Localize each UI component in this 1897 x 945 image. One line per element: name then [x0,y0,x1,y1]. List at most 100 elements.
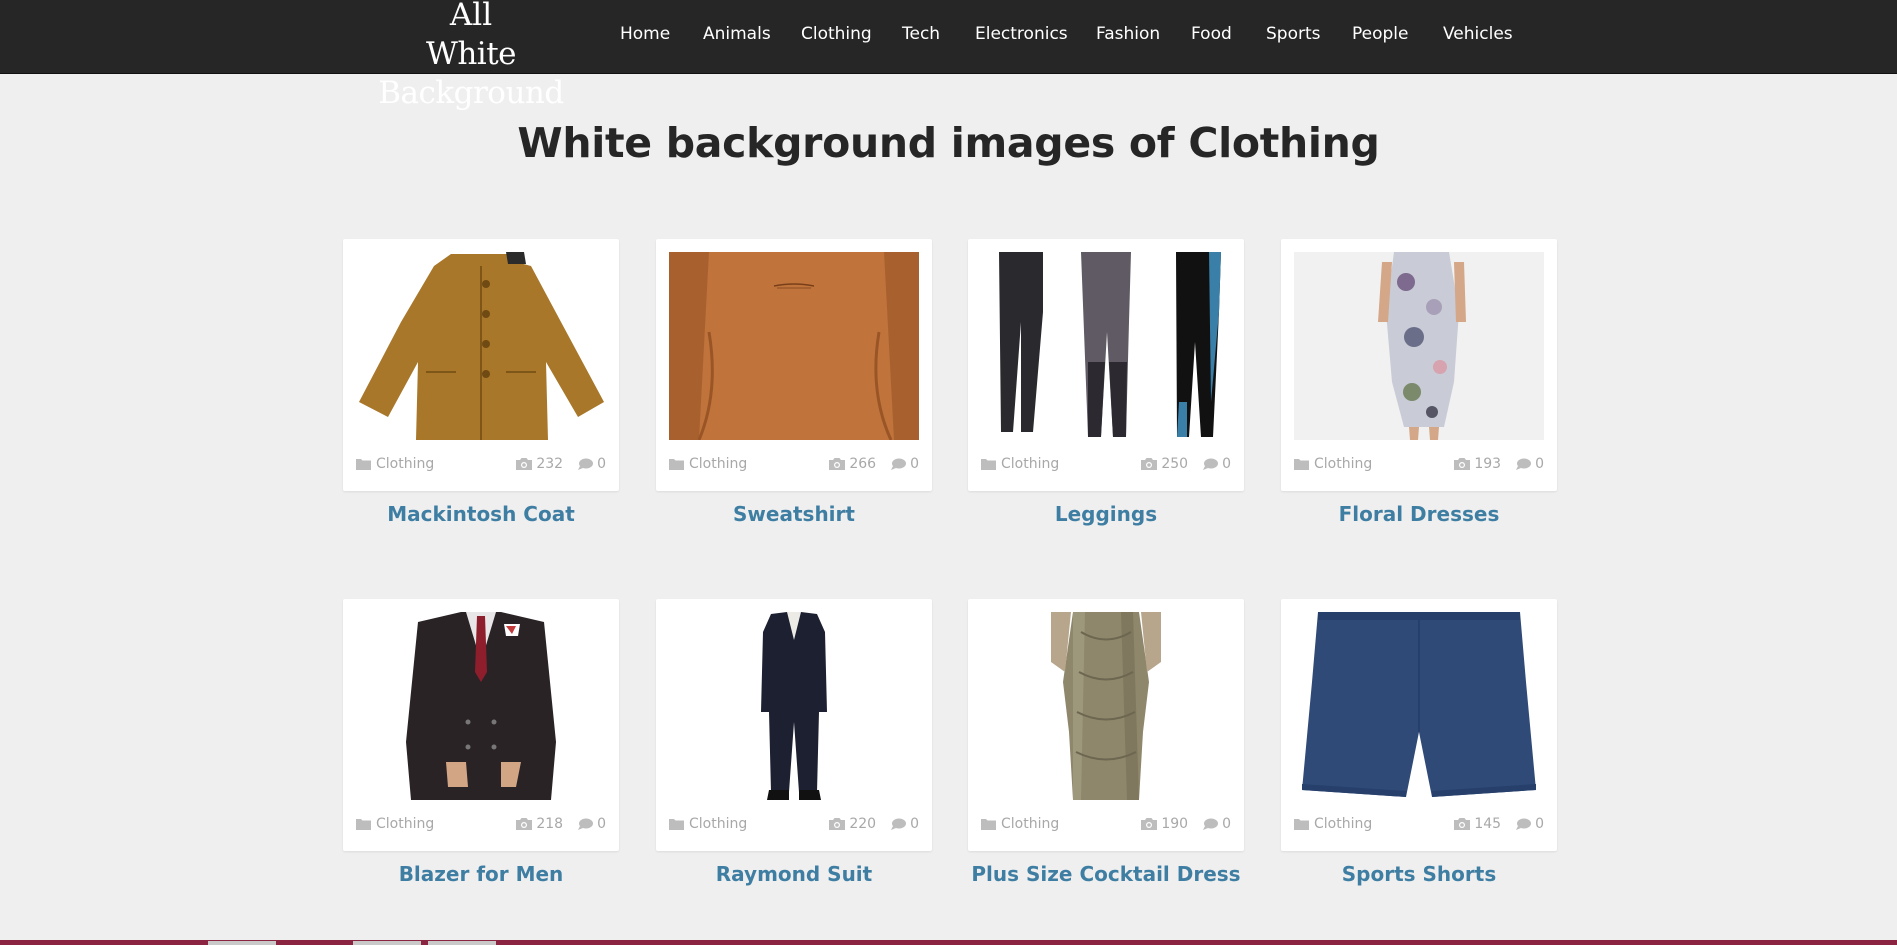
floral-dress-image [1294,252,1544,440]
card-meta: Clothing 145 0 [1294,816,1544,836]
camera-icon [516,818,533,830]
comment-icon [891,818,907,830]
gallery-card[interactable]: Clothing 250 0 [968,239,1244,491]
gallery-card[interactable]: Clothing 193 0 [1281,239,1557,491]
card-stats: 220 0 [829,816,919,832]
card-stats: 266 0 [829,456,919,472]
comment-icon [578,818,594,830]
footer-edge-tab [208,941,276,945]
comment-count: 0 [1203,456,1231,472]
card-category[interactable]: Clothing [669,816,747,832]
comment-icon [578,458,594,470]
photo-count: 190 [1141,816,1188,832]
comment-count: 0 [578,816,606,832]
nav-item-sports[interactable]: Sports [1266,24,1321,44]
card-thumbnail[interactable] [356,612,606,800]
card-meta: Clothing 250 0 [981,456,1231,476]
logo-line-2: White Background [378,36,564,111]
card-category[interactable]: Clothing [1294,456,1372,472]
gallery-card[interactable]: Clothing 232 0 [343,239,619,491]
folder-icon [1294,459,1309,470]
card-category[interactable]: Clothing [356,456,434,472]
photo-count-value: 220 [849,816,877,832]
comment-count-value: 0 [597,816,606,832]
folder-icon [981,459,996,470]
card-title-link[interactable]: Floral Dresses [1281,502,1557,526]
card-thumbnail[interactable] [669,252,919,440]
photo-count-value: 193 [1474,456,1502,472]
top-navbar: All White Background Home Animals Clothi… [0,0,1897,111]
card-category[interactable]: Clothing [356,816,434,832]
nav-item-clothing[interactable]: Clothing [801,24,872,44]
card-title-link[interactable]: Raymond Suit [656,862,932,886]
photo-count-value: 266 [849,456,877,472]
card-title-link[interactable]: Leggings [968,502,1244,526]
site-logo[interactable]: All White Background [340,0,602,113]
photo-count-value: 218 [536,816,564,832]
gallery-card[interactable]: Clothing 218 0 [343,599,619,851]
category-label: Clothing [1314,456,1373,472]
photo-count: 220 [829,816,876,832]
photo-count: 232 [516,456,563,472]
card-thumbnail[interactable] [981,252,1231,440]
card-thumbnail[interactable] [356,252,606,440]
card-thumbnail[interactable] [1294,252,1544,440]
comment-count-value: 0 [1222,456,1231,472]
card-meta: Clothing 190 0 [981,816,1231,836]
category-label: Clothing [1001,456,1060,472]
gallery-card[interactable]: Clothing 266 0 [656,239,932,491]
photo-count: 145 [1454,816,1501,832]
card-stats: 193 0 [1454,456,1544,472]
camera-icon [516,458,533,470]
comment-count: 0 [1203,816,1231,832]
card-category[interactable]: Clothing [981,456,1059,472]
camera-icon [1141,458,1158,470]
page-title: White background images of Clothing [517,119,1380,167]
nav-item-animals[interactable]: Animals [703,24,771,44]
shorts-image [1302,612,1536,797]
camera-icon [1141,818,1158,830]
card-category[interactable]: Clothing [981,816,1059,832]
sweatshirt-image [669,252,919,440]
nav-item-fashion[interactable]: Fashion [1096,24,1160,44]
logo-line-1: All [449,0,493,33]
card-title-link[interactable]: Sports Shorts [1281,862,1557,886]
card-stats: 190 0 [1141,816,1231,832]
photo-count: 218 [516,816,563,832]
category-label: Clothing [376,816,435,832]
card-thumbnail[interactable] [1294,612,1544,800]
nav-item-people[interactable]: People [1352,24,1408,44]
folder-icon [356,459,371,470]
gallery-card[interactable]: Clothing 190 0 [968,599,1244,851]
card-stats: 218 0 [516,816,606,832]
card-category[interactable]: Clothing [669,456,747,472]
comment-icon [891,458,907,470]
nav-item-vehicles[interactable]: Vehicles [1443,24,1513,44]
comment-count-value: 0 [910,816,919,832]
category-label: Clothing [376,456,435,472]
card-category[interactable]: Clothing [1294,816,1372,832]
card-title-link[interactable]: Sweatshirt [656,502,932,526]
gallery-card[interactable]: Clothing 145 0 [1281,599,1557,851]
card-thumbnail[interactable] [669,612,919,800]
card-meta: Clothing 266 0 [669,456,919,476]
card-meta: Clothing 220 0 [669,816,919,836]
card-title-link[interactable]: Plus Size Cocktail Dress [968,862,1244,886]
card-thumbnail[interactable] [981,612,1231,800]
nav-item-electronics[interactable]: Electronics [975,24,1068,44]
card-title-link[interactable]: Mackintosh Coat [343,502,619,526]
folder-icon [981,819,996,830]
blazer-image [406,612,556,800]
nav-item-tech[interactable]: Tech [902,24,940,44]
comment-count: 0 [891,456,919,472]
card-stats: 250 0 [1141,456,1231,472]
folder-icon [669,459,684,470]
gallery-card[interactable]: Clothing 220 0 [656,599,932,851]
comment-icon [1516,818,1532,830]
card-title-link[interactable]: Blazer for Men [343,862,619,886]
folder-icon [1294,819,1309,830]
nav-item-home[interactable]: Home [620,24,670,44]
comment-count: 0 [578,456,606,472]
nav-item-food[interactable]: Food [1191,24,1232,44]
comment-count-value: 0 [910,456,919,472]
